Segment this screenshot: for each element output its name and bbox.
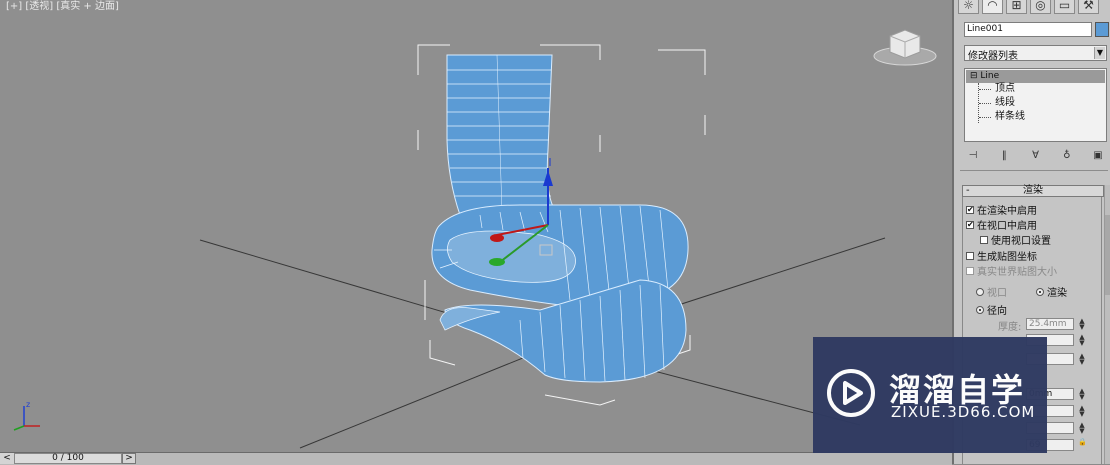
axis-z-label: z <box>26 400 30 409</box>
use-viewport-settings-label: 使用视口设置 <box>991 236 1051 247</box>
spinner-icon[interactable]: ▲ ▼ <box>1078 353 1086 366</box>
spinner-icon[interactable]: ▲ ▼ <box>1078 405 1086 418</box>
checkbox-checked-icon: ✔ <box>966 204 974 214</box>
chevron-down-icon: ▼ <box>1094 47 1105 59</box>
pin-stack-icon[interactable]: ⊣ <box>964 149 982 163</box>
play-logo-icon <box>827 369 875 417</box>
modify-icon: ◠ <box>987 0 998 12</box>
stack-sub-vertex[interactable]: 顶点 <box>995 83 1015 95</box>
modifier-list-dropdown[interactable]: 修改器列表 ▼ <box>964 45 1107 62</box>
radio-on-icon <box>1036 287 1044 296</box>
generate-mapping-coords-checkbox[interactable]: 生成贴图坐标 <box>966 248 1037 263</box>
radial-radio[interactable]: 径向 <box>976 302 1007 317</box>
spinner-icon[interactable]: ▲ ▼ <box>1078 422 1086 435</box>
divider <box>960 170 1108 171</box>
spinner-icon[interactable]: ▲ ▼ <box>1078 318 1086 331</box>
utilities-tab[interactable]: ⚒ <box>1078 0 1099 14</box>
checkbox-unchecked-icon <box>966 251 974 260</box>
utilities-icon: ⚒ <box>1083 0 1094 12</box>
enable-in-viewport-checkbox[interactable]: ✔ 在视口中启用 <box>966 217 1037 232</box>
enable-in-renderer-checkbox[interactable]: ✔ 在渲染中启用 <box>966 202 1037 217</box>
object-name-field[interactable]: Line001 <box>964 22 1092 37</box>
stack-item-line[interactable]: ⊟ Line <box>966 70 1105 83</box>
modifier-list-label: 修改器列表 <box>968 51 1018 62</box>
create-tab[interactable]: ☼ <box>958 0 979 14</box>
checkbox-unchecked-icon <box>966 266 974 275</box>
modify-tab[interactable]: ◠ <box>982 0 1003 14</box>
stack-sub-segment[interactable]: 线段 <box>995 97 1015 109</box>
rendering-rollout-header[interactable]: - 渲染 <box>962 185 1104 197</box>
checkbox-checked-icon: ✔ <box>966 219 974 229</box>
perspective-viewport[interactable]: [+] [透视] [真实 + 边面] z <box>0 0 952 452</box>
viewport-radio[interactable]: 视口 <box>976 284 1007 299</box>
scrollbar-thumb[interactable] <box>1105 215 1110 295</box>
stack-tree-branch <box>979 117 991 118</box>
thickness-field[interactable]: 25.4mm <box>1026 318 1074 330</box>
configure-sets-icon[interactable]: ▣ <box>1089 149 1107 163</box>
lock-icon[interactable]: 🔒 <box>1078 439 1087 451</box>
chair-backrest <box>446 54 556 216</box>
thickness-label: 厚度: <box>998 322 1022 333</box>
expand-collapse-icon[interactable]: ⊟ <box>970 71 978 81</box>
generate-mapping-coords-label: 生成贴图坐标 <box>977 252 1037 263</box>
radio-on-icon <box>976 305 984 314</box>
remove-modifier-icon[interactable]: ♁ <box>1058 149 1076 163</box>
hierarchy-tab[interactable]: ⊞ <box>1006 0 1027 14</box>
stack-tree-branch <box>979 103 991 104</box>
display-tab[interactable]: ▭ <box>1054 0 1075 14</box>
renderer-radio[interactable]: 渲染 <box>1036 284 1067 299</box>
radial-radio-label: 径向 <box>987 306 1007 317</box>
stack-item-line-label: Line <box>980 71 1000 81</box>
enable-in-viewport-label: 在视口中启用 <box>977 221 1037 232</box>
time-slider[interactable]: < 0 / 100 > <box>0 452 952 465</box>
motion-icon: ◎ <box>1035 0 1046 12</box>
viewcube-icon[interactable] <box>872 22 938 68</box>
time-slider-prev-button[interactable]: < <box>0 453 15 464</box>
command-panel-tabs: ☼ ◠ ⊞ ◎ ▭ ⚒ <box>958 0 1099 16</box>
radio-off-icon <box>976 287 984 296</box>
stack-tree-branch <box>979 89 991 90</box>
watermark-url: ZIXUE.3D66.COM <box>891 403 1036 421</box>
scene-canvas[interactable] <box>0 0 952 452</box>
make-unique-icon[interactable]: ∀ <box>1027 149 1045 163</box>
real-world-map-size-checkbox[interactable]: 真实世界贴图大小 <box>966 263 1057 278</box>
enable-in-renderer-label: 在渲染中启用 <box>977 206 1037 217</box>
time-slider-next-button[interactable]: > <box>122 453 136 464</box>
spinner-icon[interactable]: ▲ ▼ <box>1078 388 1086 401</box>
checkbox-unchecked-icon <box>980 235 988 244</box>
stack-toolbar: ⊣ ‖ ∀ ♁ ▣ <box>964 148 1107 164</box>
axis-tripod-icon: z <box>13 400 40 431</box>
rendering-rollout-title: 渲染 <box>1023 185 1043 196</box>
panel-scrollbar[interactable] <box>1104 185 1110 464</box>
collapse-icon: - <box>966 185 970 196</box>
display-icon: ▭ <box>1058 0 1071 12</box>
show-end-result-icon[interactable]: ‖ <box>995 149 1013 163</box>
viewport-radio-label: 视口 <box>987 288 1007 299</box>
use-viewport-settings-checkbox[interactable]: 使用视口设置 <box>980 232 1051 247</box>
renderer-radio-label: 渲染 <box>1047 288 1067 299</box>
motion-tab[interactable]: ◎ <box>1030 0 1051 14</box>
time-slider-thumb[interactable]: 0 / 100 <box>14 453 122 464</box>
object-color-swatch[interactable] <box>1095 22 1109 37</box>
real-world-map-size-label: 真实世界贴图大小 <box>977 267 1057 278</box>
stack-sub-spline[interactable]: 样条线 <box>995 111 1025 123</box>
watermark-overlay: 溜溜自学 ZIXUE.3D66.COM <box>813 337 1047 453</box>
spinner-icon[interactable]: ▲ ▼ <box>1078 334 1086 347</box>
modifier-stack[interactable]: ⊟ Line 顶点 线段 样条线 <box>964 68 1107 142</box>
sun-create-icon: ☼ <box>963 0 974 12</box>
hierarchy-icon: ⊞ <box>1011 0 1022 12</box>
